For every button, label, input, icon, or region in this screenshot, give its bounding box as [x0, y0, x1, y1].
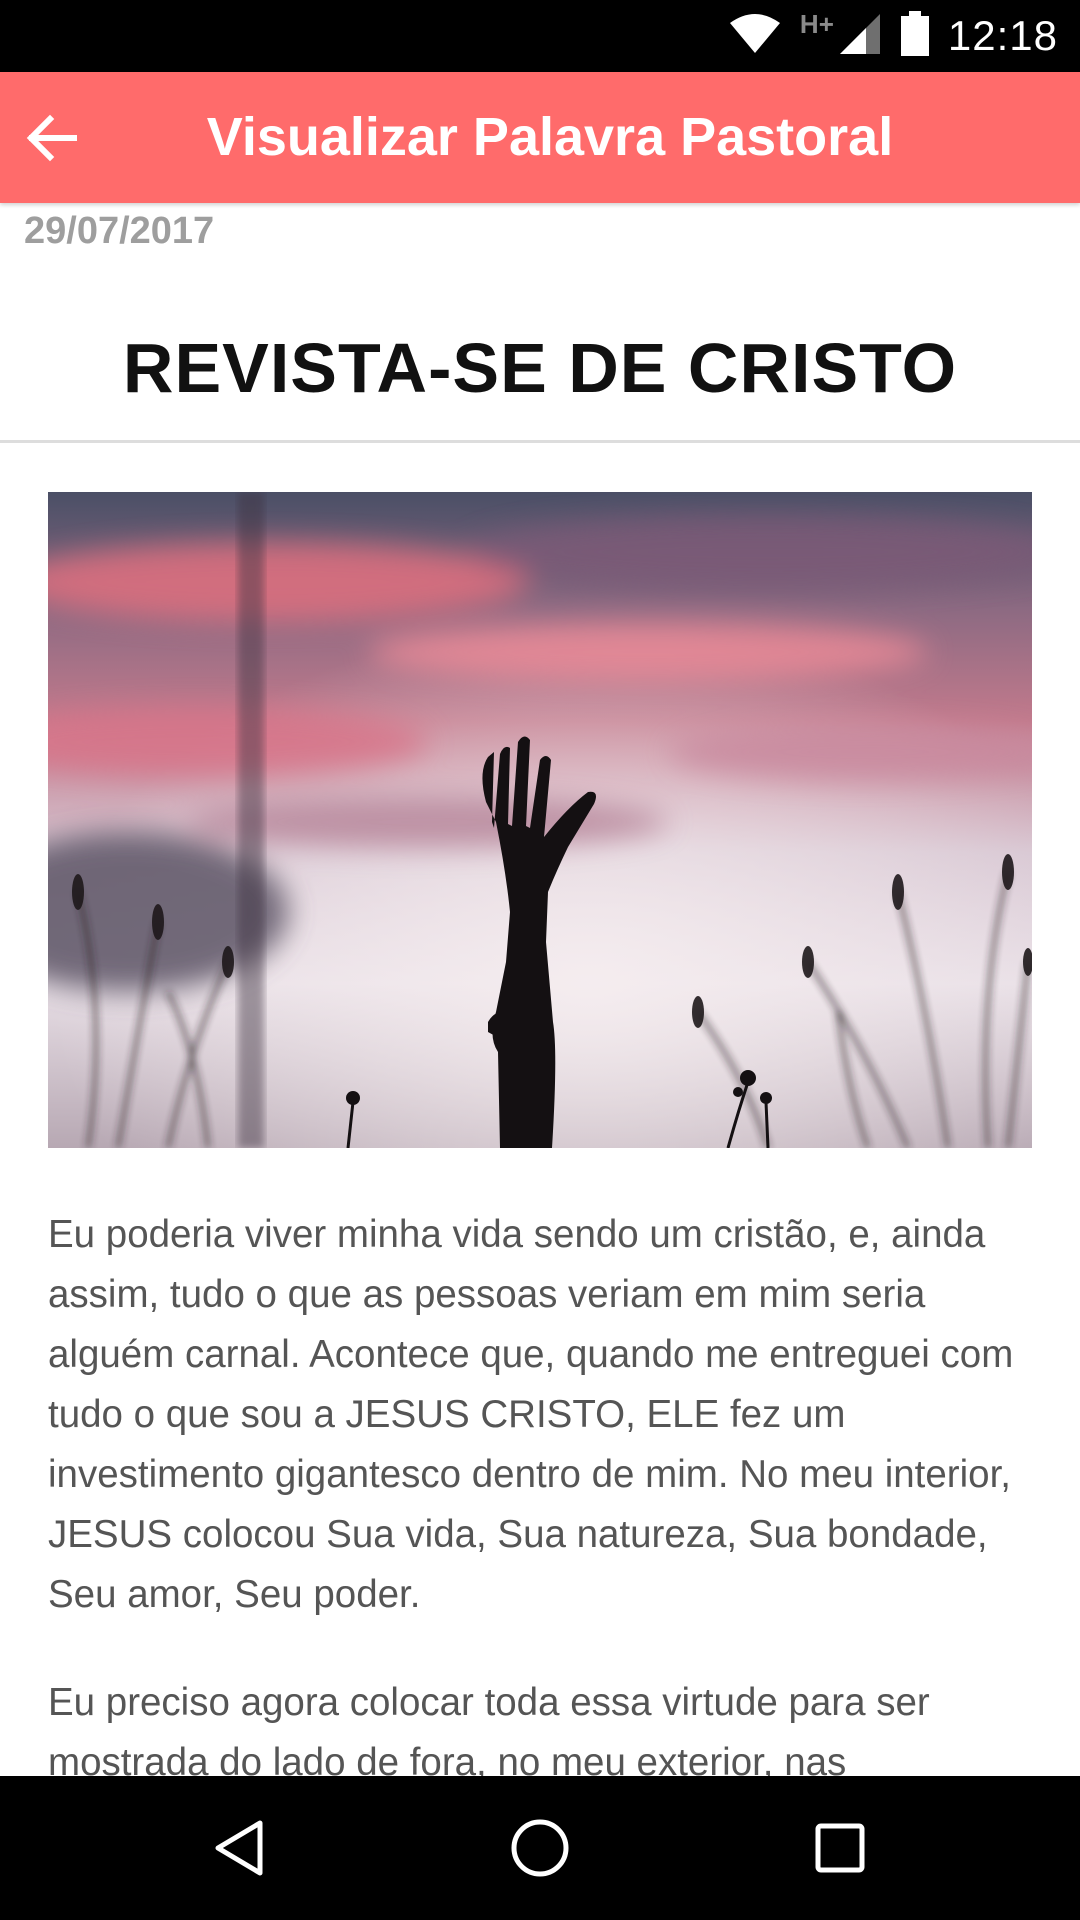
screen: H+ 12:18 Visualizar Palavra Pastoral 29/…: [0, 0, 1080, 1920]
back-triangle-icon: [215, 1820, 263, 1876]
app-bar: Visualizar Palavra Pastoral: [0, 72, 1080, 203]
post-paragraph: Eu poderia viver minha vida sendo um cri…: [48, 1213, 1014, 1616]
status-icons: H+ 12:18: [728, 0, 1058, 72]
post-title: REVISTA-SE DE CRISTO: [122, 329, 958, 407]
app-bar-title: Visualizar Palavra Pastoral: [206, 107, 894, 167]
nav-back-button[interactable]: [200, 1808, 280, 1888]
navigation-bar: [0, 1776, 1080, 1920]
network-type-label: H+: [799, 8, 834, 39]
post-body: Eu poderia viver minha vida sendo um cri…: [48, 1205, 1032, 1841]
nav-recents-button[interactable]: [800, 1808, 880, 1888]
wifi-icon: [728, 13, 782, 60]
battery-icon: [900, 10, 930, 62]
home-circle-icon: [511, 1819, 569, 1877]
status-bar: H+ 12:18: [0, 0, 1080, 72]
cell-signal-icon: [838, 12, 882, 61]
post-date: 29/07/2017: [24, 210, 215, 252]
nav-home-button[interactable]: [500, 1808, 580, 1888]
status-time: 12:18: [947, 12, 1058, 59]
post-image: [48, 492, 1032, 1148]
post-paragraph: Eu preciso agora colocar toda essa virtu…: [48, 1681, 930, 1784]
recents-square-icon: [815, 1823, 865, 1873]
divider: [0, 440, 1080, 443]
